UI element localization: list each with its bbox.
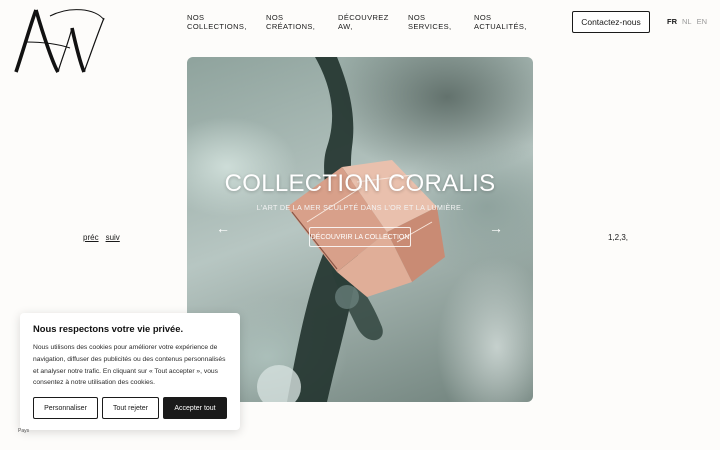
- slider-pagination[interactable]: 1,2,3,: [608, 233, 628, 242]
- aw-logo-icon[interactable]: [14, 8, 106, 76]
- footer-country-label: Pays: [18, 428, 30, 434]
- arrow-right-icon[interactable]: →: [489, 220, 503, 236]
- cookie-customize-button[interactable]: Personnaliser: [33, 397, 98, 419]
- cookie-consent-dialog: Nous respectons votre vie privée. Nous u…: [20, 313, 240, 430]
- discover-collection-button[interactable]: DÉCOUVRIR LA COLLECTION: [309, 227, 411, 247]
- nav-services-line2: SERVICES,: [408, 21, 452, 31]
- nav-collections-line2: COLLECTIONS,: [187, 21, 247, 31]
- nav-news[interactable]: NOS ACTUALITÉS,: [474, 13, 544, 31]
- contact-button[interactable]: Contactez-nous: [572, 11, 650, 33]
- nav-creations[interactable]: NOS CRÉATIONS,: [266, 13, 338, 31]
- lang-en[interactable]: EN: [697, 17, 707, 26]
- lang-fr[interactable]: FR: [667, 17, 677, 26]
- hero-subtitle: L'ART DE LA MER SCULPTÉ DANS L'OR ET LA …: [256, 203, 464, 212]
- nav-discover-line2: AW,: [338, 21, 353, 31]
- language-switcher: FR NL EN: [667, 17, 707, 26]
- nav-collections[interactable]: NOS COLLECTIONS,: [187, 13, 266, 31]
- cookie-reject-button[interactable]: Tout rejeter: [102, 397, 159, 419]
- hero-title: COLLECTION CORALIS: [224, 170, 496, 197]
- nav-discover[interactable]: DÉCOUVREZ AW,: [338, 13, 408, 31]
- nav-creations-line2: CRÉATIONS,: [266, 21, 316, 31]
- slider-prev-link[interactable]: préc: [83, 233, 99, 242]
- cookie-title: Nous respectons votre vie privée.: [33, 323, 184, 334]
- main-navigation: NOS COLLECTIONS, NOS CRÉATIONS, DÉCOUVRE…: [187, 13, 544, 31]
- nav-services[interactable]: NOS SERVICES,: [408, 13, 474, 31]
- slider-next-link[interactable]: suiv: [106, 233, 120, 242]
- cookie-buttons: Personnaliser Tout rejeter Accepter tout: [33, 397, 227, 419]
- cookie-accept-button[interactable]: Accepter tout: [163, 397, 227, 419]
- cookie-text: Nous utilisons des cookies pour améliore…: [33, 344, 226, 387]
- arrow-left-icon[interactable]: ←: [216, 220, 230, 236]
- nav-news-line2: ACTUALITÉS,: [474, 21, 527, 31]
- lang-nl[interactable]: NL: [682, 17, 692, 26]
- slider-prev-next: préc suiv: [83, 233, 120, 242]
